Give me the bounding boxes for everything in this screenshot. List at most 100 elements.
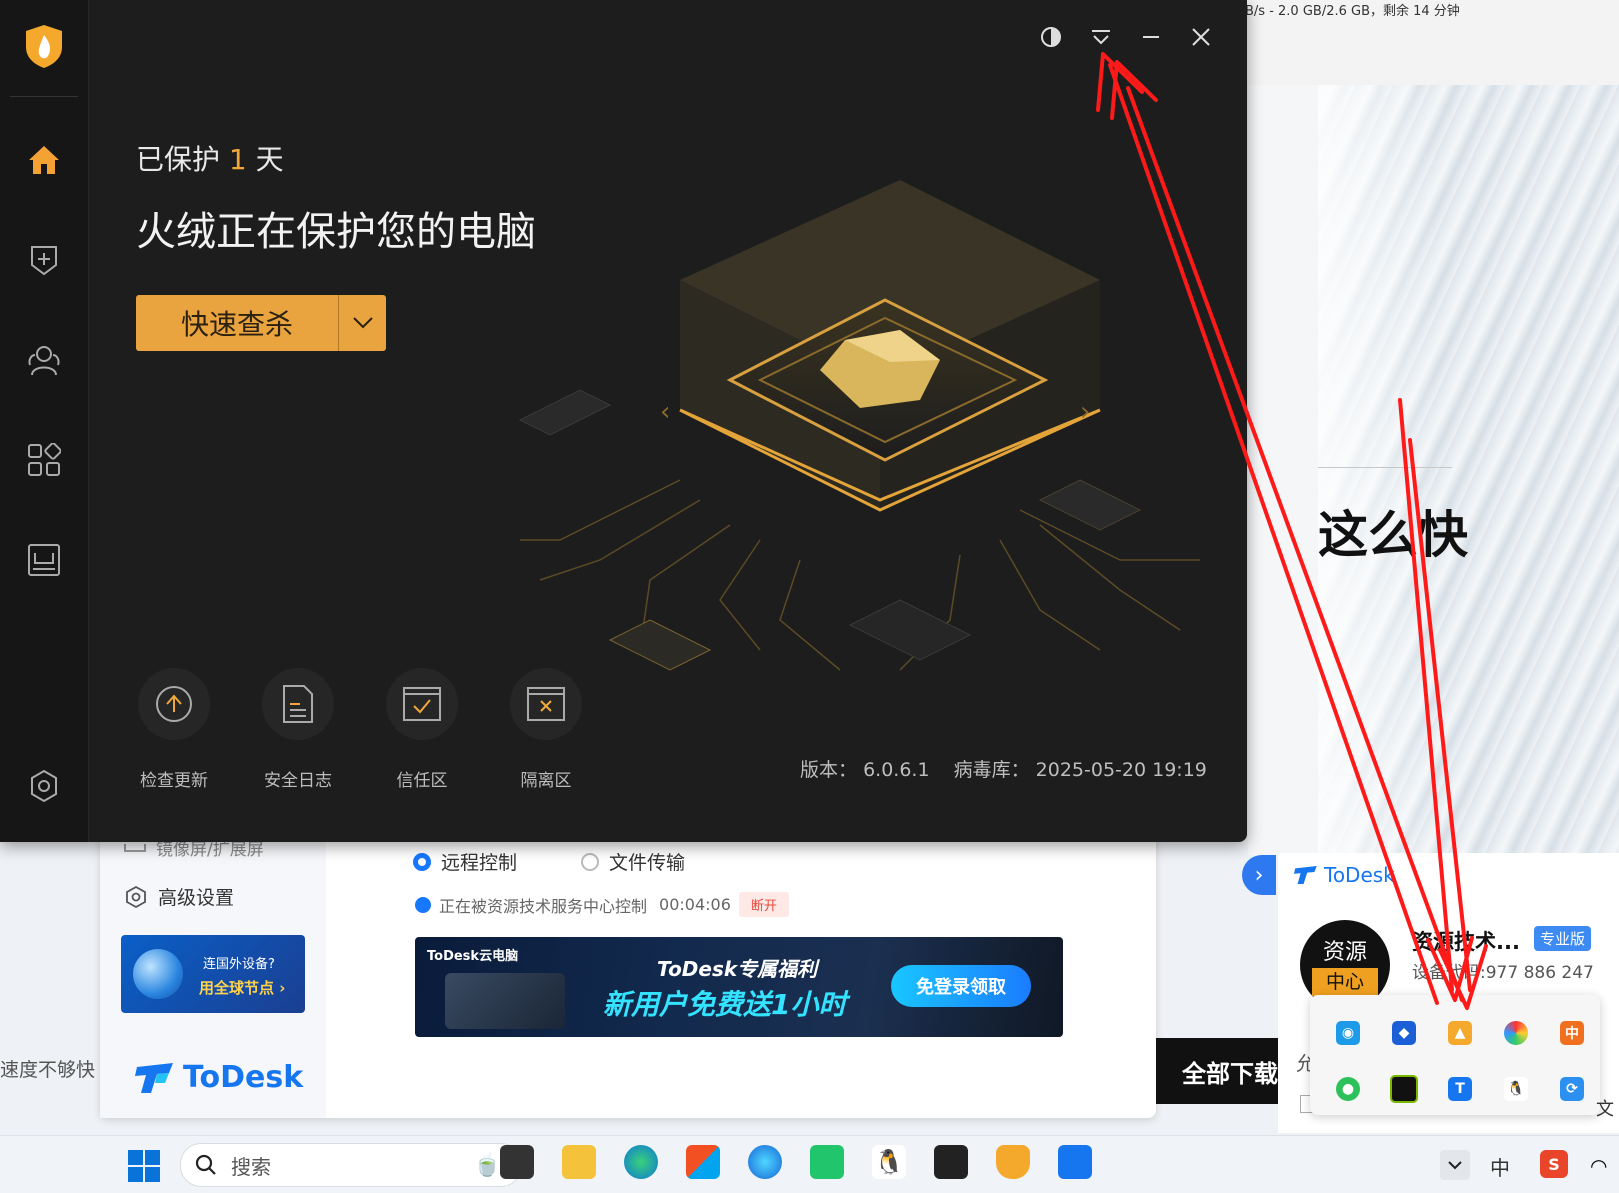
shield-icon: ◆ [1392, 1021, 1416, 1045]
tool-trust-zone[interactable]: 信任区 [360, 668, 484, 791]
ime-indicator[interactable]: 中 [1490, 1152, 1510, 1181]
ime-chinese-icon: 中 [1560, 1021, 1584, 1045]
file-explorer-icon[interactable] [562, 1145, 596, 1179]
taskbar-search[interactable]: 搜索 🍵 [180, 1143, 522, 1187]
tray-item[interactable] [1376, 1061, 1432, 1117]
side-brand: ToDesk [1294, 863, 1395, 887]
shield-plus-icon [31, 246, 57, 276]
protected-days: 已保护 1 天 [136, 138, 284, 178]
search-placeholder: 搜索 [231, 1154, 271, 1179]
task-view-icon[interactable] [500, 1145, 534, 1179]
background-cut-text: 速度不够快 [0, 1059, 96, 1081]
start-button[interactable] [128, 1150, 160, 1182]
todesk-taskbar-icon[interactable] [1058, 1145, 1092, 1179]
edge-icon[interactable] [624, 1145, 658, 1179]
upload-icon [156, 686, 192, 722]
banner-brand: ToDesk云电脑 [427, 949, 519, 964]
device-code: 设备代码:977 886 247 [1412, 963, 1594, 983]
control-status: 正在被资源技术服务中心控制 00:04:06 断开 [415, 892, 789, 917]
globe-icon [133, 949, 183, 999]
quarantine-box-icon [527, 687, 565, 721]
users-icon [28, 346, 60, 376]
global-node-promo[interactable]: 连国外设备? 用全球节点 › [121, 935, 305, 1013]
article-heading: 这么快 [1318, 506, 1468, 564]
chevron-right-icon: › [1254, 862, 1264, 888]
disconnect-button[interactable]: 断开 [738, 892, 789, 917]
windows-logo-pane [128, 1167, 143, 1182]
nav-protection[interactable] [14, 230, 74, 290]
nav-tools[interactable] [14, 430, 74, 490]
tray-item[interactable]: ◆ [1376, 1005, 1432, 1061]
main-menu-button[interactable] [1086, 22, 1116, 52]
search-icon [195, 1154, 216, 1175]
promo-link: 用全球节点 › [199, 979, 286, 997]
wechat-icon: ● [1336, 1077, 1360, 1101]
quick-scan-button[interactable]: 快速查杀 [136, 295, 338, 351]
expand-arrow-button[interactable]: › [1242, 855, 1276, 895]
quick-scan-group: 快速查杀 [136, 295, 386, 351]
huorong-tray-icon: ▲ [1448, 1021, 1472, 1045]
virus-db-label: 病毒库： [953, 759, 1030, 781]
avatar-badge: 中心 [1312, 968, 1378, 996]
tool-icon-circle [138, 668, 210, 740]
edge-ai-icon[interactable] [748, 1145, 782, 1179]
tray-item[interactable]: 🐧 [1488, 1061, 1544, 1117]
version-value: 6.0.6.1 [863, 759, 930, 781]
todesk-logo-icon [135, 1062, 173, 1093]
menu-dropdown-icon [1092, 30, 1110, 45]
close-button[interactable] [1186, 22, 1216, 52]
tray-item[interactable] [1488, 1005, 1544, 1061]
apps-grid-icon [28, 443, 61, 476]
shopping-bag-icon[interactable] [810, 1145, 844, 1179]
tool-security-log[interactable]: 安全日志 [236, 668, 360, 791]
theme-toggle-button[interactable] [1036, 22, 1066, 52]
sogou-icon[interactable]: S [1540, 1150, 1568, 1178]
avatar-text: 资源 [1322, 940, 1367, 965]
contrast-icon [1041, 27, 1061, 47]
minimize-button[interactable] [1136, 22, 1166, 52]
page-title: 火绒正在保护您的电脑 [136, 209, 536, 255]
nav-access-control[interactable] [14, 330, 74, 390]
qq-icon[interactable]: 🐧 [872, 1145, 906, 1179]
cube-app-icon[interactable] [934, 1145, 968, 1179]
tray-item[interactable]: ▲ [1432, 1005, 1488, 1061]
clock-icon [415, 896, 431, 913]
divider [1318, 467, 1452, 468]
device-name: 资源技术... [1412, 930, 1520, 954]
protected-days-count: 1 [228, 143, 247, 176]
gear-icon [126, 885, 146, 908]
tray-item[interactable]: 中 [1544, 1005, 1600, 1061]
nav-home[interactable] [14, 130, 74, 190]
radio-file-transfer[interactable]: 文件传输 [581, 848, 685, 875]
nav-message-box[interactable] [14, 530, 74, 590]
menu-label: 高级设置 [158, 887, 235, 909]
windows-logo-pane [145, 1167, 160, 1182]
store-icon[interactable] [686, 1145, 720, 1179]
download-progress-text: B/s - 2.0 GB/2.6 GB，剩余 14 分钟 [1245, 4, 1460, 19]
banner-claim-button[interactable]: 免登录领取 [891, 965, 1031, 1007]
side-cut-text-2: 文 [1596, 1099, 1614, 1120]
sidebar-divider [10, 96, 78, 97]
tray-overflow-popup: ◉ ◆ ▲ 中 ● T 🐧 ⟳ [1310, 995, 1600, 1115]
radio-remote-control[interactable]: 远程控制 [413, 848, 517, 875]
promo-banner[interactable]: ToDesk云电脑 ToDesk专属福利 新用户免费送1小时 免登录领取 [415, 937, 1063, 1037]
chevron-down-icon [352, 317, 373, 329]
radio-checked-icon [413, 852, 431, 871]
todesk-logo: ToDesk [135, 1060, 303, 1095]
huorong-taskbar-icon[interactable] [996, 1145, 1030, 1179]
nav-settings[interactable] [14, 756, 74, 816]
todesk-menu-advanced[interactable]: 高级设置 [124, 883, 234, 910]
huorong-sidebar [0, 0, 89, 842]
tool-quarantine[interactable]: 隔离区 [484, 668, 608, 791]
huorong-logo-icon [26, 25, 62, 68]
scan-options-dropdown[interactable] [338, 295, 386, 351]
tool-label: 检查更新 [140, 771, 208, 791]
tray-item[interactable]: ◉ [1320, 1005, 1376, 1061]
tool-check-update[interactable]: 检查更新 [112, 668, 236, 791]
todesk-logo-icon [1294, 866, 1317, 884]
wifi-icon[interactable]: ◠ [1590, 1154, 1607, 1178]
tray-item[interactable]: T [1432, 1061, 1488, 1117]
tray-item[interactable]: ⟳ [1544, 1061, 1600, 1117]
tray-item[interactable]: ● [1320, 1061, 1376, 1117]
tray-expand-button[interactable] [1440, 1150, 1470, 1180]
